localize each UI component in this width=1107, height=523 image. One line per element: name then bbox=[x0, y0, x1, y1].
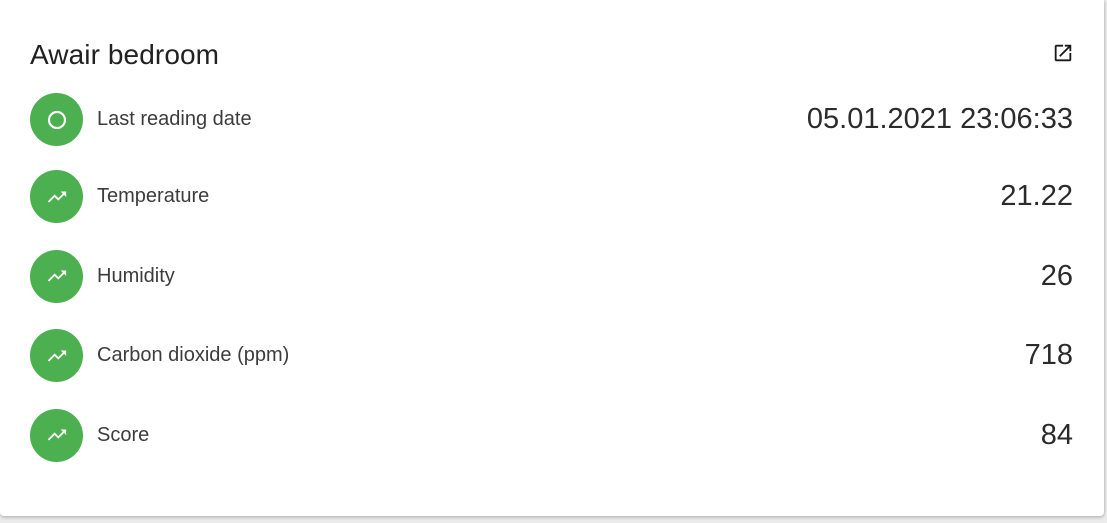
row-value: 21.22 bbox=[1000, 180, 1073, 212]
open-in-new-button[interactable] bbox=[1050, 40, 1076, 66]
row-value: 718 bbox=[1024, 339, 1073, 371]
trending-up-icon bbox=[47, 429, 66, 441]
row-label: Temperature bbox=[97, 185, 210, 207]
trending-up-icon bbox=[47, 350, 66, 361]
trending-up-icon bbox=[47, 270, 66, 282]
state-badge[interactable] bbox=[30, 249, 83, 303]
trending-up-icon bbox=[47, 191, 66, 202]
entity-rows: Last reading date 05.01.2021 23:06:33 Te… bbox=[30, 93, 1073, 488]
state-badge[interactable] bbox=[30, 170, 83, 223]
state-badge[interactable] bbox=[30, 329, 83, 382]
row-label: Score bbox=[97, 423, 150, 446]
row-value: 84 bbox=[1040, 418, 1073, 451]
row-label: Humidity bbox=[97, 264, 175, 287]
entity-row-humidity[interactable]: Humidity 26 bbox=[30, 249, 1073, 303]
row-value: 26 bbox=[1040, 259, 1073, 292]
row-label: Carbon dioxide (ppm) bbox=[97, 344, 290, 366]
circle-outline-icon bbox=[47, 110, 66, 129]
state-badge[interactable] bbox=[30, 408, 83, 462]
entities-card: Awair bedroom Last reading date 05.01.20… bbox=[0, 0, 1104, 516]
entity-row-last-reading-date[interactable]: Last reading date 05.01.2021 23:06:33 bbox=[30, 93, 1073, 146]
entity-row-score[interactable]: Score 84 bbox=[30, 408, 1073, 462]
entity-row-carbon-dioxide[interactable]: Carbon dioxide (ppm) 718 bbox=[30, 329, 1073, 382]
entity-row-temperature[interactable]: Temperature 21.22 bbox=[30, 170, 1073, 223]
state-badge[interactable] bbox=[30, 93, 83, 146]
card-header: Awair bedroom bbox=[30, 38, 1076, 74]
row-label: Last reading date bbox=[97, 108, 252, 130]
open-in-new-icon bbox=[1054, 44, 1072, 62]
row-value: 05.01.2021 23:06:33 bbox=[806, 103, 1073, 135]
card-title: Awair bedroom bbox=[30, 39, 220, 70]
